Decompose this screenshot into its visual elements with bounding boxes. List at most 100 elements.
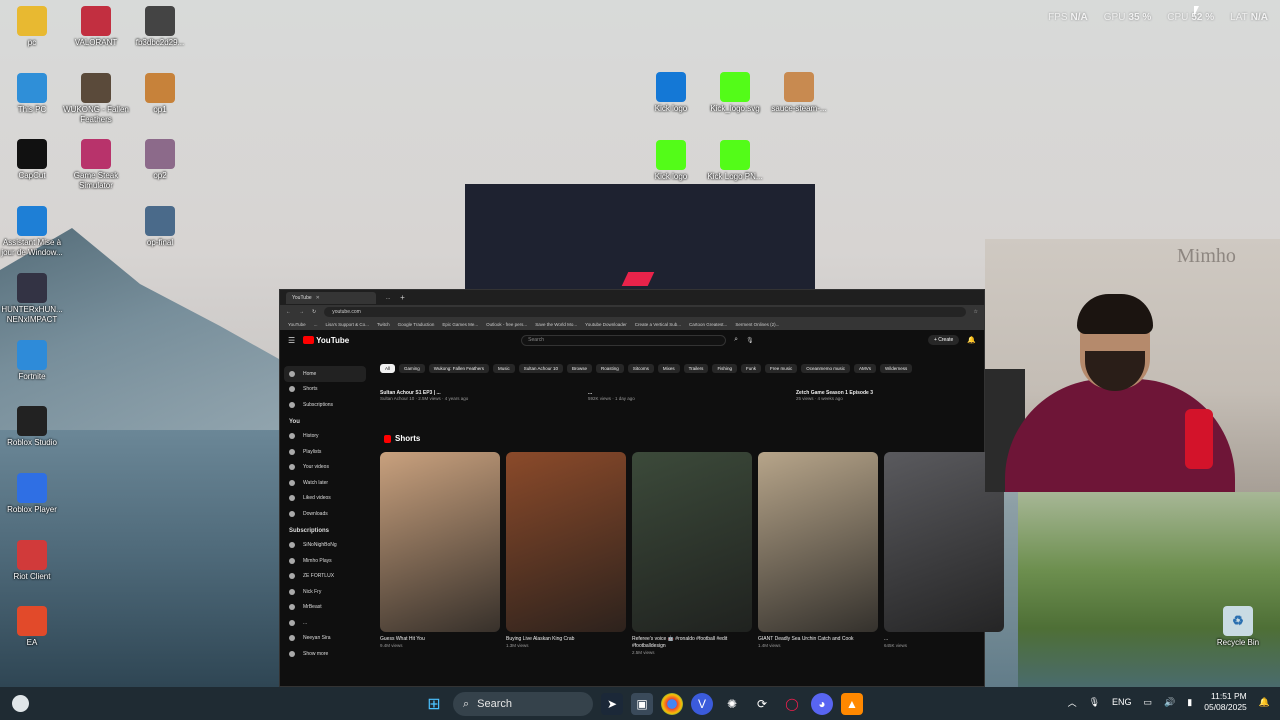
bookmark-item[interactable]: Twitch: [377, 322, 390, 327]
subscription-item[interactable]: Neeyan Sira: [280, 631, 370, 647]
chatgpt-icon[interactable]: ✺: [721, 693, 743, 715]
short-thumbnail[interactable]: [632, 452, 752, 632]
network-icon[interactable]: ▭: [1144, 697, 1153, 708]
desktop-icon[interactable]: Fortnite: [0, 339, 65, 382]
category-chip[interactable]: Sultan Achour 10: [518, 364, 564, 373]
discord-icon[interactable]: ◕: [811, 693, 833, 715]
category-chip[interactable]: Browse: [567, 364, 593, 373]
short-item[interactable]: GIANT Deadly Sea Urchin Catch and Cook 1.…: [758, 452, 878, 655]
bookmark-item[interactable]: Outlook - free pers...: [486, 322, 527, 327]
sidebar-item[interactable]: Downloads: [280, 506, 370, 522]
reload-icon[interactable]: ↻: [312, 309, 316, 315]
short-item[interactable]: Referee's voice 🤖 #ronaldo #football #ed…: [632, 452, 752, 655]
new-tab-button[interactable]: +: [400, 293, 405, 302]
desktop-icon[interactable]: Kick logo: [638, 140, 704, 182]
language-indicator[interactable]: ENG: [1112, 697, 1132, 707]
microphone-icon[interactable]: 🎙: [746, 337, 754, 344]
desktop-icon[interactable]: fb3dbc2d29...: [127, 6, 193, 48]
subscription-item[interactable]: Mimho Plays: [280, 553, 370, 569]
youtube-search-input[interactable]: Search: [521, 334, 727, 346]
category-chip[interactable]: Wukong: Fallen Feathers: [428, 364, 489, 373]
sidebar-item[interactable]: History: [280, 429, 370, 445]
desktop-icon[interactable]: op1: [127, 72, 193, 115]
microphone-icon[interactable]: 🎙: [1089, 697, 1100, 708]
desktop-icon[interactable]: Kick Logo PN...: [702, 140, 768, 182]
category-chip[interactable]: Sitcoms: [627, 364, 654, 373]
category-chip[interactable]: AMVs: [854, 364, 877, 373]
desktop-icon[interactable]: VALORANT: [63, 6, 129, 48]
menu-icon[interactable]: ☰: [288, 336, 295, 345]
search-icon[interactable]: ⌕: [734, 336, 738, 344]
category-chip[interactable]: Mixes: [657, 364, 680, 373]
sidebar-item[interactable]: Home: [284, 366, 366, 382]
youtube-logo[interactable]: YouTube: [303, 336, 513, 345]
sidebar-item[interactable]: Liked videos: [280, 491, 370, 507]
category-chip[interactable]: Oceanmemo music: [801, 364, 850, 373]
capture-app-icon[interactable]: ▣: [631, 693, 653, 715]
category-chip[interactable]: All: [380, 364, 396, 373]
windows-start-icon[interactable]: ⊞: [423, 693, 445, 715]
system-monitor-icon[interactable]: ⟳: [751, 693, 773, 715]
url-input[interactable]: youtube.com: [324, 307, 966, 317]
desktop-icon[interactable]: Kick logo: [638, 72, 704, 114]
back-icon[interactable]: ←: [286, 309, 291, 315]
create-button[interactable]: + Create: [927, 335, 960, 345]
bookmark-item[interactable]: Create a Vertical Sub...: [635, 322, 681, 327]
category-chip[interactable]: Free music: [764, 364, 798, 373]
taskbar-search[interactable]: ⌕ Search: [453, 692, 593, 716]
desktop-icon[interactable]: Roblox Player: [0, 472, 65, 515]
bookmark-item[interactable]: Lisa's Support & Co...: [325, 322, 368, 327]
sidebar-item[interactable]: Shorts: [280, 382, 370, 398]
chrome-icon[interactable]: [661, 693, 683, 715]
desktop-icon[interactable]: Assistant Mise à jour de Window...: [0, 206, 65, 258]
forward-icon[interactable]: →: [299, 309, 304, 315]
desktop-icon[interactable]: WUKONG - Fallen Feathers: [63, 72, 129, 125]
desktop-icon[interactable]: pc: [0, 6, 65, 48]
opera-gx-icon[interactable]: ◯: [781, 693, 803, 715]
browser-tab[interactable]: ...: [380, 292, 396, 304]
star-icon[interactable]: ☆: [974, 309, 978, 315]
short-thumbnail[interactable]: [506, 452, 626, 632]
subscription-item[interactable]: Nick Fry: [280, 584, 370, 600]
category-chip[interactable]: Wilderness: [880, 364, 913, 373]
bookmark-item[interactable]: Google Traduction: [398, 322, 435, 327]
desktop-icon[interactable]: op2: [127, 139, 193, 181]
bookmark-item[interactable]: Cartoon Greatest...: [689, 322, 727, 327]
chevron-up-icon[interactable]: ︿: [1068, 696, 1077, 709]
category-chip[interactable]: Music: [492, 364, 515, 373]
desktop-icon[interactable]: sauce-steam-...: [766, 72, 832, 114]
desktop-icon[interactable]: Kick_logo.svg: [702, 72, 768, 114]
browser-window[interactable]: YouTube ✕ ... + ← → ↻ youtube.com ☆ YouTu…: [279, 289, 1004, 687]
desktop-icon[interactable]: Game Steak Simulator: [63, 139, 129, 191]
short-thumbnail[interactable]: [380, 452, 500, 632]
sidebar-item[interactable]: Watch later: [280, 475, 370, 491]
bookmark-item[interactable]: Epic Games Me...: [442, 322, 478, 327]
video-item[interactable]: Zetch Game Season 1 Episode 3 25 views · …: [796, 390, 980, 401]
subscription-item[interactable]: ZE FORTLUX: [280, 569, 370, 585]
desktop-icon-recycle-bin[interactable]: ♻ Recycle Bin: [1215, 606, 1261, 648]
sidebar-item[interactable]: Subscriptions: [280, 397, 370, 413]
notification-icon[interactable]: 🔔: [1259, 697, 1270, 708]
bookmark-item[interactable]: Serment Onlines (2)...: [735, 322, 779, 327]
clock[interactable]: 11:51 PM 05/08/2025: [1204, 691, 1247, 713]
category-chip[interactable]: Fishing: [712, 364, 737, 373]
browser-tab-youtube[interactable]: YouTube ✕: [286, 291, 376, 304]
video-item[interactable]: Sultan Achour S1 EP3 | ... Sultan Achour …: [380, 390, 564, 401]
close-icon[interactable]: ✕: [316, 292, 320, 304]
desktop-icon[interactable]: EA: [0, 606, 65, 648]
sidebar-item[interactable]: Your videos: [280, 460, 370, 476]
desktop-icon[interactable]: op-final: [127, 206, 193, 248]
vlc-icon[interactable]: ▲: [841, 693, 863, 715]
battery-icon[interactable]: ▮: [1187, 697, 1192, 708]
bookmark-item[interactable]: Save the World Mo...: [535, 322, 577, 327]
sidebar-item[interactable]: Playlists: [280, 444, 370, 460]
category-chip[interactable]: Gaming: [399, 364, 425, 373]
volume-icon[interactable]: 🔊: [1164, 697, 1175, 708]
video-item[interactable]: ... 592K views · 1 day ago: [588, 390, 772, 401]
category-chip[interactable]: Trailers: [683, 364, 709, 373]
desktop-icon[interactable]: This PC: [0, 72, 65, 115]
steam-icon[interactable]: ➤: [601, 693, 623, 715]
desktop-icon[interactable]: CapCut: [0, 139, 65, 181]
subscription-item[interactable]: Show more: [280, 646, 370, 662]
bookmark-item[interactable]: Youtube Downloader: [585, 322, 627, 327]
